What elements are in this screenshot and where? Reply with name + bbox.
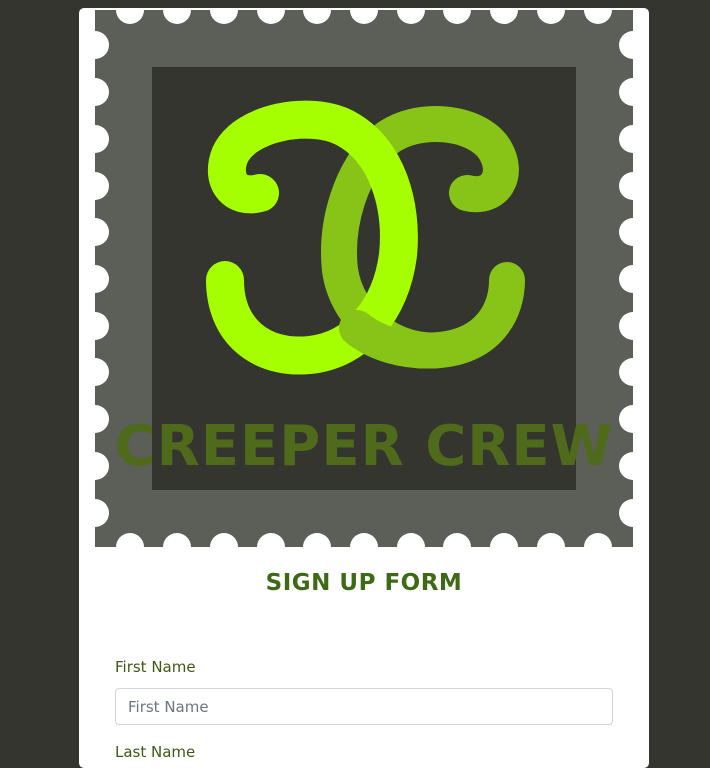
first-name-input[interactable]	[115, 688, 613, 725]
creeper-crew-stamp-logo: CREEPER CREW	[95, 10, 633, 547]
signup-card: CREEPER CREW Sign Up Form First Name Las…	[79, 8, 649, 768]
form-title: Sign Up Form	[265, 570, 463, 596]
last-name-label: Last Name	[115, 743, 196, 761]
first-name-label: First Name	[115, 658, 196, 676]
logo-wordmark: CREEPER CREW	[115, 414, 614, 479]
